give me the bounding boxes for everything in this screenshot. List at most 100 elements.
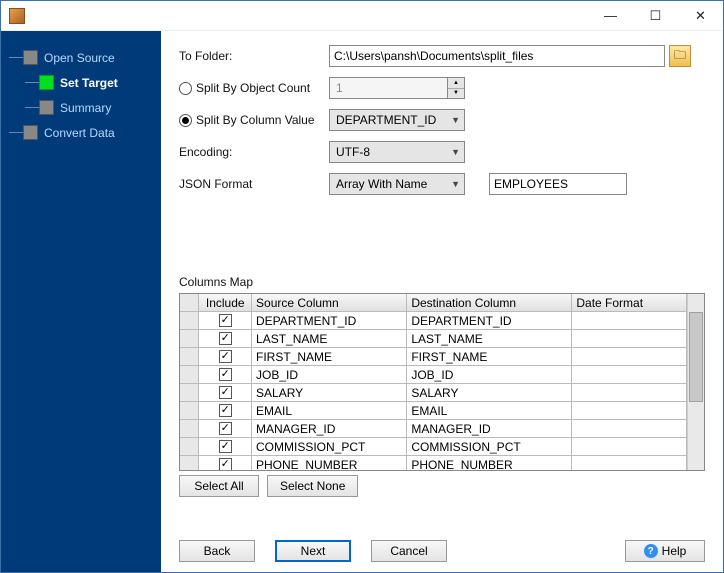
include-checkbox[interactable] (219, 368, 232, 381)
include-checkbox[interactable] (219, 314, 232, 327)
spinner-down-icon[interactable]: ▼ (448, 89, 464, 99)
table-row[interactable]: FIRST_NAMEFIRST_NAME (180, 348, 687, 366)
close-button[interactable]: ✕ (678, 2, 723, 30)
source-cell[interactable]: MANAGER_ID (252, 420, 407, 438)
date-format-cell[interactable] (572, 438, 687, 456)
destination-cell[interactable]: FIRST_NAME (407, 348, 572, 366)
grid-scrollbar[interactable] (687, 294, 704, 470)
source-cell[interactable]: SALARY (252, 384, 407, 402)
col-header-source[interactable]: Source Column (252, 294, 407, 312)
radio-icon (179, 82, 192, 95)
help-button[interactable]: ? Help (625, 540, 705, 562)
destination-cell[interactable]: MANAGER_ID (407, 420, 572, 438)
folder-icon: 🗀 (674, 46, 686, 67)
include-checkbox[interactable] (219, 350, 232, 363)
include-checkbox[interactable] (219, 458, 232, 470)
table-row[interactable]: COMMISSION_PCTCOMMISSION_PCT (180, 438, 687, 456)
table-row[interactable]: DEPARTMENT_IDDEPARTMENT_ID (180, 312, 687, 330)
date-format-cell[interactable] (572, 402, 687, 420)
include-checkbox[interactable] (219, 404, 232, 417)
to-folder-input[interactable] (329, 45, 665, 67)
sidebar-item-label: Open Source (44, 51, 115, 65)
col-header-date-format[interactable]: Date Format (572, 294, 687, 312)
chevron-down-icon: ▼ (451, 115, 460, 125)
date-format-cell[interactable] (572, 384, 687, 402)
source-cell[interactable]: EMAIL (252, 402, 407, 420)
sidebar-item-open-source[interactable]: Open Source (1, 45, 161, 70)
maximize-button[interactable]: ☐ (633, 2, 678, 30)
include-checkbox[interactable] (219, 386, 232, 399)
sidebar-item-convert-data[interactable]: Convert Data (1, 120, 161, 145)
sidebar-item-label: Set Target (60, 76, 118, 90)
cancel-button[interactable]: Cancel (371, 540, 447, 562)
include-checkbox[interactable] (219, 422, 232, 435)
split-column-select[interactable]: DEPARTMENT_ID ▼ (329, 109, 465, 131)
source-cell[interactable]: PHONE_NUMBER (252, 456, 407, 470)
source-cell[interactable]: COMMISSION_PCT (252, 438, 407, 456)
wizard-sidebar: Open Source Set Target Summary Convert D… (1, 31, 161, 572)
date-format-cell[interactable] (572, 330, 687, 348)
date-format-cell[interactable] (572, 366, 687, 384)
sidebar-item-label: Convert Data (44, 126, 115, 140)
encoding-label: Encoding: (179, 145, 329, 159)
encoding-select[interactable]: UTF-8 ▼ (329, 141, 465, 163)
scrollbar-thumb[interactable] (689, 312, 703, 402)
destination-cell[interactable]: SALARY (407, 384, 572, 402)
spinner-up-icon[interactable]: ▲ (448, 78, 464, 89)
split-by-column-radio[interactable]: Split By Column Value (179, 113, 329, 127)
json-format-select[interactable]: Array With Name ▼ (329, 173, 465, 195)
table-row[interactable]: MANAGER_IDMANAGER_ID (180, 420, 687, 438)
date-format-cell[interactable] (572, 348, 687, 366)
to-folder-label: To Folder: (179, 49, 329, 63)
col-header-destination[interactable]: Destination Column (407, 294, 572, 312)
table-row[interactable]: JOB_IDJOB_ID (180, 366, 687, 384)
split-by-count-radio[interactable]: Split By Object Count (179, 81, 329, 95)
destination-cell[interactable]: LAST_NAME (407, 330, 572, 348)
date-format-cell[interactable] (572, 456, 687, 470)
include-checkbox[interactable] (219, 332, 232, 345)
table-row[interactable]: PHONE_NUMBERPHONE_NUMBER (180, 456, 687, 470)
chevron-down-icon: ▼ (451, 179, 460, 189)
back-button[interactable]: Back (179, 540, 255, 562)
source-cell[interactable]: LAST_NAME (252, 330, 407, 348)
minimize-button[interactable]: — (588, 2, 633, 30)
date-format-cell[interactable] (572, 420, 687, 438)
split-column-value: DEPARTMENT_ID (336, 113, 436, 127)
split-by-count-label: Split By Object Count (196, 81, 310, 95)
grid-header-row: Include Source Column Destination Column… (180, 294, 687, 312)
destination-cell[interactable]: DEPARTMENT_ID (407, 312, 572, 330)
destination-cell[interactable]: EMAIL (407, 402, 572, 420)
titlebar[interactable]: — ☐ ✕ (1, 1, 723, 31)
sidebar-item-label: Summary (60, 101, 111, 115)
destination-cell[interactable]: JOB_ID (407, 366, 572, 384)
select-none-button[interactable]: Select None (267, 475, 358, 497)
json-format-label: JSON Format (179, 177, 329, 191)
browse-folder-button[interactable]: 🗀 (669, 45, 691, 67)
object-count-spinner[interactable]: ▲ ▼ (329, 77, 465, 99)
columns-map-title: Columns Map (179, 275, 705, 289)
table-row[interactable]: LAST_NAMELAST_NAME (180, 330, 687, 348)
table-row[interactable]: SALARYSALARY (180, 384, 687, 402)
chevron-down-icon: ▼ (451, 147, 460, 157)
help-icon: ? (644, 544, 658, 558)
sidebar-item-summary[interactable]: Summary (1, 95, 161, 120)
destination-cell[interactable]: PHONE_NUMBER (407, 456, 572, 470)
col-header-include[interactable]: Include (199, 294, 252, 312)
source-cell[interactable]: JOB_ID (252, 366, 407, 384)
next-button[interactable]: Next (275, 540, 351, 562)
app-window: — ☐ ✕ Open Source Set Target Summary Con… (0, 0, 724, 573)
select-all-button[interactable]: Select All (179, 475, 259, 497)
date-format-cell[interactable] (572, 312, 687, 330)
include-checkbox[interactable] (219, 440, 232, 453)
app-icon (9, 8, 25, 24)
encoding-value: UTF-8 (336, 145, 370, 159)
json-format-value: Array With Name (336, 177, 427, 191)
source-cell[interactable]: FIRST_NAME (252, 348, 407, 366)
columns-map-grid: Include Source Column Destination Column… (179, 293, 705, 471)
table-row[interactable]: EMAILEMAIL (180, 402, 687, 420)
destination-cell[interactable]: COMMISSION_PCT (407, 438, 572, 456)
json-name-input[interactable] (489, 173, 627, 195)
sidebar-item-set-target[interactable]: Set Target (1, 70, 161, 95)
source-cell[interactable]: DEPARTMENT_ID (252, 312, 407, 330)
split-by-column-label: Split By Column Value (196, 113, 315, 127)
